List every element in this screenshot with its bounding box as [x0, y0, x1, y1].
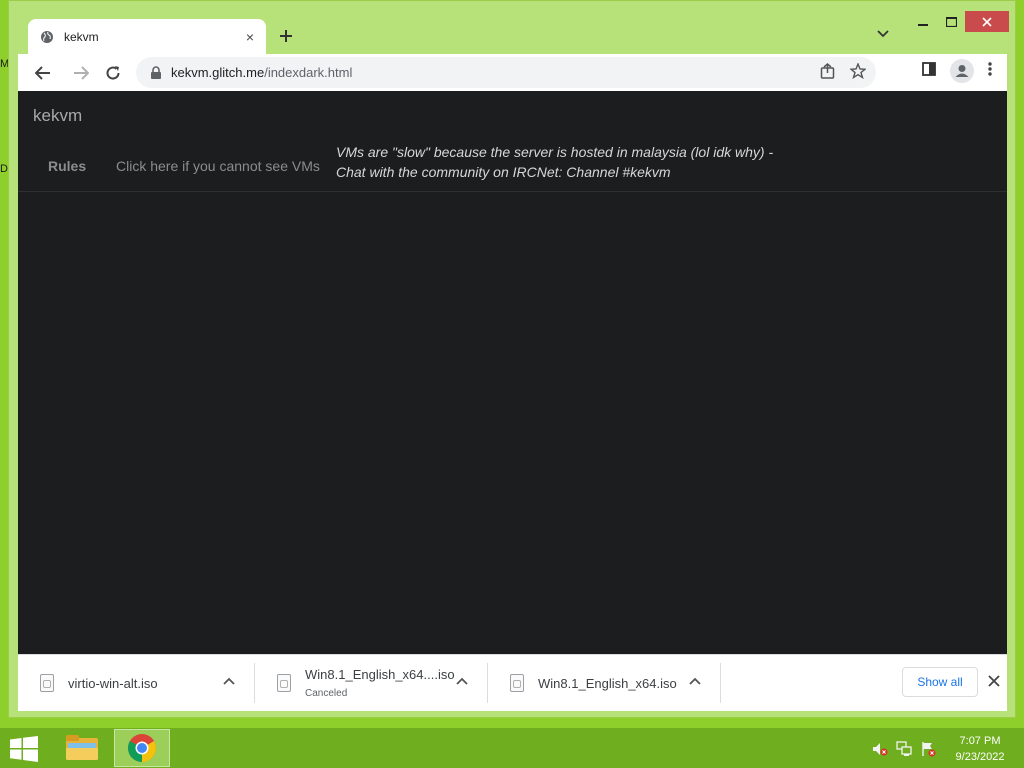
download-filename: Win8.1_English_x64....iso — [305, 667, 455, 682]
browser-menu-button[interactable] — [988, 62, 992, 76]
close-icon — [982, 16, 992, 27]
site-brand[interactable]: kekvm — [33, 106, 82, 126]
taskbar-clock[interactable]: 7:07 PM 9/23/2022 — [940, 733, 1020, 765]
tab-title: kekvm — [64, 29, 99, 44]
navbar-divider — [18, 191, 1007, 192]
notice-line-2: Chat with the community on IRCNet: Chann… — [336, 164, 671, 180]
chevron-up-icon[interactable] — [688, 675, 702, 689]
chevron-down-icon — [877, 30, 889, 38]
avatar-icon — [950, 59, 974, 83]
browser-tab[interactable]: kekvm × — [28, 19, 266, 54]
tab-search-button[interactable] — [877, 27, 889, 41]
clock-date: 9/23/2022 — [955, 751, 1005, 763]
kebab-menu-icon — [988, 62, 992, 76]
reload-icon — [106, 66, 120, 80]
volume-muted-icon[interactable] — [872, 741, 888, 757]
download-separator — [720, 663, 721, 703]
download-status: Canceled — [305, 688, 348, 699]
download-text: Win8.1_English_x64.iso — [538, 676, 677, 691]
url-host: kekvm.glitch.me — [171, 65, 265, 80]
show-all-downloads-button[interactable]: Show all — [902, 667, 978, 697]
close-icon — [988, 675, 1000, 687]
download-text: virtio-win-alt.iso — [68, 676, 158, 691]
taskbar-chrome[interactable] — [114, 729, 170, 767]
download-shelf: virtio-win-alt.iso Win8.1_English_x64...… — [18, 654, 1007, 711]
nav-link-rules[interactable]: Rules — [48, 158, 86, 174]
browser-window: kekvm × kekvm.glitch.me/indexdark.html k… — [8, 0, 1016, 718]
chevron-up-icon[interactable] — [455, 675, 469, 689]
close-download-shelf-button[interactable] — [988, 671, 1000, 692]
download-filename: virtio-win-alt.iso — [68, 675, 158, 691]
system-tray — [872, 741, 936, 757]
chrome-icon — [128, 734, 156, 762]
server-notice: VMs are "slow" because the server is hos… — [336, 142, 796, 182]
minimize-icon — [918, 23, 928, 26]
file-icon — [510, 674, 524, 692]
network-icon[interactable] — [896, 741, 912, 757]
tab-close-button[interactable]: × — [246, 29, 254, 45]
file-icon — [277, 674, 291, 692]
address-bar[interactable]: kekvm.glitch.me/indexdark.html — [136, 57, 876, 88]
start-button[interactable] — [10, 736, 38, 762]
download-item[interactable]: Win8.1_English_x64.iso — [488, 655, 720, 711]
forward-button[interactable] — [70, 62, 92, 84]
folder-icon — [66, 735, 98, 760]
profile-button[interactable] — [950, 59, 974, 83]
bookmark-star-icon[interactable] — [850, 63, 866, 79]
share-icon[interactable] — [820, 63, 836, 79]
arrow-right-icon — [74, 66, 89, 80]
globe-icon — [41, 30, 53, 43]
page-content: kekvm Rules Click here if you cannot see… — [18, 91, 1007, 654]
browser-toolbar: kekvm.glitch.me/indexdark.html — [18, 54, 1007, 91]
download-item[interactable]: virtio-win-alt.iso — [18, 655, 254, 711]
maximize-button[interactable] — [937, 11, 965, 32]
plus-icon — [280, 30, 292, 42]
download-item[interactable]: Win8.1_English_x64....iso Canceled — [255, 655, 487, 711]
new-tab-button[interactable] — [279, 25, 293, 47]
maximize-icon — [945, 16, 957, 27]
file-icon — [40, 674, 54, 692]
url-text: kekvm.glitch.me/indexdark.html — [171, 65, 352, 80]
window-controls — [909, 11, 1009, 32]
notice-line-1: VMs are "slow" because the server is hos… — [336, 144, 774, 160]
side-panel-icon — [922, 62, 936, 76]
download-filename: Win8.1_English_x64.iso — [538, 675, 677, 691]
reload-button[interactable] — [102, 62, 124, 84]
close-window-button[interactable] — [965, 11, 1009, 32]
nav-link-cannot-see-vms[interactable]: Click here if you cannot see VMs — [116, 158, 320, 174]
lock-icon — [151, 65, 161, 79]
taskbar: 7:07 PM 9/23/2022 — [0, 728, 1024, 768]
windows-logo-icon — [10, 736, 38, 762]
url-path: /indexdark.html — [264, 65, 353, 80]
chevron-up-icon[interactable] — [222, 675, 236, 689]
address-bar-actions — [820, 63, 866, 79]
minimize-button[interactable] — [909, 11, 937, 32]
clock-time: 7:07 PM — [959, 735, 1001, 747]
back-button[interactable] — [32, 62, 54, 84]
download-text: Win8.1_English_x64....iso Canceled — [305, 667, 455, 699]
action-center-flag-icon[interactable] — [920, 741, 936, 757]
arrow-left-icon — [35, 66, 50, 80]
taskbar-file-explorer[interactable] — [54, 729, 110, 767]
side-panel-button[interactable] — [922, 62, 936, 76]
